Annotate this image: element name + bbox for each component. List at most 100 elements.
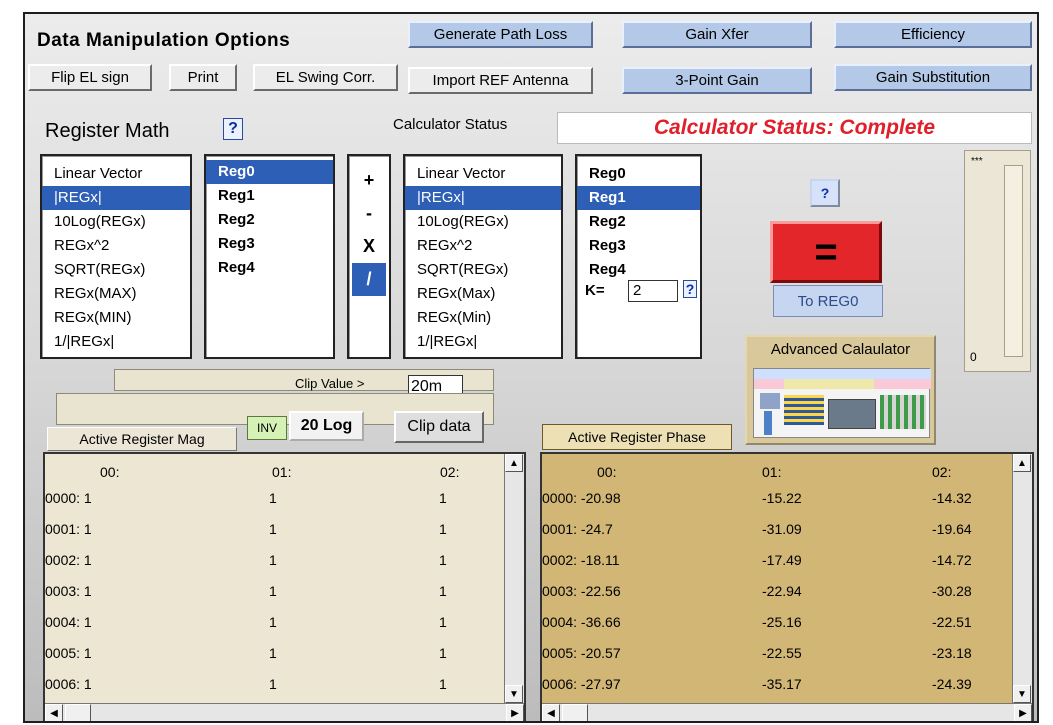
register-math-help-icon[interactable]: ? [223, 118, 243, 140]
register-list-item[interactable]: Reg1 [206, 184, 333, 208]
down-arrow-icon[interactable]: ▼ [505, 685, 523, 703]
column-header: 00: [100, 464, 120, 480]
horizontal-scroll-thumb[interactable] [65, 704, 91, 721]
equals-help-icon[interactable]: ? [810, 179, 840, 207]
operator-item[interactable]: + [349, 164, 389, 197]
flip-el-sign-button[interactable]: Flip EL sign [28, 64, 152, 91]
twenty-log-button[interactable]: 20 Log [289, 411, 364, 441]
efficiency-button[interactable]: Efficiency [834, 21, 1032, 48]
horizontal-scrollbar[interactable]: ◀ ▶ [45, 703, 524, 721]
function-list-item[interactable]: Linear Vector [42, 162, 190, 186]
up-arrow-icon[interactable]: ▲ [1013, 454, 1031, 472]
tab-active-register-phase[interactable]: Active Register Phase [542, 424, 732, 450]
operator-item[interactable]: X [349, 230, 389, 263]
function-list-item[interactable]: 10Log(REGx) [405, 210, 561, 234]
function-list-item[interactable]: 1/|REGx| [405, 330, 561, 354]
horizontal-scrollbar[interactable]: ◀ ▶ [542, 703, 1032, 721]
function-list-1[interactable]: Linear Vector |REGx| 10Log(REGx) REGx^2 SQRT… [40, 154, 192, 359]
function-list-item[interactable]: REGx^2 [42, 234, 190, 258]
right-arrow-icon[interactable]: ▶ [506, 704, 524, 721]
table-cell: 1 [269, 521, 277, 537]
gain-substitution-button[interactable]: Gain Substitution [834, 64, 1032, 91]
column-header: 01: [272, 464, 292, 480]
table-cell: 1 [269, 614, 277, 630]
vertical-scrollbar[interactable]: ▲ ▼ [1012, 454, 1032, 703]
generate-path-loss-button[interactable]: Generate Path Loss [408, 21, 593, 48]
register-list-item[interactable]: Reg3 [206, 232, 333, 256]
k-value-input[interactable]: 2 [628, 280, 678, 302]
magnitude-table: 00: 01: 02: 0000: 1 1 1 0001: 1 1 1 0002: 1 1 1 0003… [43, 452, 526, 721]
function-list-2[interactable]: Linear Vector |REGx| 10Log(REGx) REGx^2 SQRT… [403, 154, 563, 359]
table-cell: 0006: 1 [45, 676, 92, 692]
table-cell: 0002: 1 [45, 552, 92, 568]
vertical-scrollbar[interactable]: ▲ ▼ [504, 454, 524, 703]
tab-active-register-mag[interactable]: Active Register Mag [47, 427, 237, 451]
down-arrow-icon[interactable]: ▼ [1013, 685, 1031, 703]
inv-toggle[interactable]: INV [247, 416, 287, 440]
table-cell: 0005: 1 [45, 645, 92, 661]
function-list-item[interactable]: SQRT(REGx) [405, 258, 561, 282]
function-list-item[interactable]: REGx(MIN) [42, 306, 190, 330]
table-cell: 1 [269, 552, 277, 568]
function-list-item[interactable]: 1/|REGx| [42, 330, 190, 354]
table-cell: 0001: -24.7 [542, 521, 613, 537]
import-ref-antenna-button[interactable]: Import REF Antenna [408, 67, 593, 94]
clip-value-label: Clip Value > [295, 376, 365, 391]
el-swing-corr-button[interactable]: EL Swing Corr. [253, 64, 398, 91]
up-arrow-icon[interactable]: ▲ [505, 454, 523, 472]
table-cell: 0003: 1 [45, 583, 92, 599]
to-reg-button[interactable]: To REG0 [773, 285, 883, 317]
column-header: 02: [932, 464, 952, 480]
function-list-item[interactable]: REGx(Max) [405, 282, 561, 306]
table-cell: -31.09 [762, 521, 802, 537]
operator-item[interactable]: / [352, 263, 386, 296]
register-list-item[interactable]: Reg0 [577, 162, 700, 186]
table-cell: -22.55 [762, 645, 802, 661]
advanced-calculator-thumbnail [753, 368, 931, 438]
operator-list[interactable]: + - X / [347, 154, 391, 359]
table-cell: -30.28 [932, 583, 972, 599]
register-list-item[interactable]: Reg2 [206, 208, 333, 232]
register-list-1[interactable]: Reg0 Reg1 Reg2 Reg3 Reg4 [204, 154, 335, 359]
register-list-item[interactable]: Reg1 [577, 186, 700, 210]
function-list-item[interactable]: SQRT(REGx) [42, 258, 190, 282]
register-list-item[interactable]: Reg3 [577, 234, 700, 258]
horizontal-scroll-thumb[interactable] [562, 704, 588, 721]
function-list-item[interactable]: 10Log(REGx) [42, 210, 190, 234]
column-header: 00: [597, 464, 617, 480]
table-cell: 0003: -22.56 [542, 583, 621, 599]
register-list-item[interactable]: Reg2 [577, 210, 700, 234]
function-list-item[interactable]: Linear Vector [405, 162, 561, 186]
table-cell: 1 [269, 645, 277, 661]
three-point-gain-button[interactable]: 3-Point Gain [622, 67, 812, 94]
register-list-item[interactable]: Reg4 [577, 258, 700, 282]
table-cell: -35.17 [762, 676, 802, 692]
table-cell: 1 [439, 645, 447, 661]
gain-xfer-button[interactable]: Gain Xfer [622, 21, 812, 48]
function-list-item[interactable]: REGx^2 [405, 234, 561, 258]
table-cell: 1 [439, 521, 447, 537]
function-list-item[interactable]: |REGx| [405, 186, 561, 210]
print-button[interactable]: Print [169, 64, 237, 91]
table-cell: -19.64 [932, 521, 972, 537]
function-list-item[interactable]: REGx(Min) [405, 306, 561, 330]
function-list-item[interactable]: |REGx| [42, 186, 190, 210]
register-list-item[interactable]: Reg0 [206, 160, 333, 184]
operator-item[interactable]: - [349, 197, 389, 230]
table-cell: -23.18 [932, 645, 972, 661]
register-list-2[interactable]: Reg0 Reg1 Reg2 Reg3 Reg4 [575, 154, 702, 359]
register-list-item[interactable]: Reg4 [206, 256, 333, 280]
advanced-calculator-button[interactable]: Advanced Calaulator [745, 335, 936, 445]
k-help-icon[interactable]: ? [683, 280, 697, 298]
function-list-item[interactable]: REGx(MAX) [42, 282, 190, 306]
equals-button[interactable]: = [770, 221, 882, 283]
left-arrow-icon[interactable]: ◀ [45, 704, 63, 721]
clip-data-button[interactable]: Clip data [394, 411, 484, 443]
table-cell: -25.16 [762, 614, 802, 630]
table-cell: 1 [439, 490, 447, 506]
left-arrow-icon[interactable]: ◀ [542, 704, 560, 721]
table-cell: 0005: -20.57 [542, 645, 621, 661]
table-cell: 1 [269, 583, 277, 599]
right-arrow-icon[interactable]: ▶ [1014, 704, 1032, 721]
column-header: 01: [762, 464, 782, 480]
